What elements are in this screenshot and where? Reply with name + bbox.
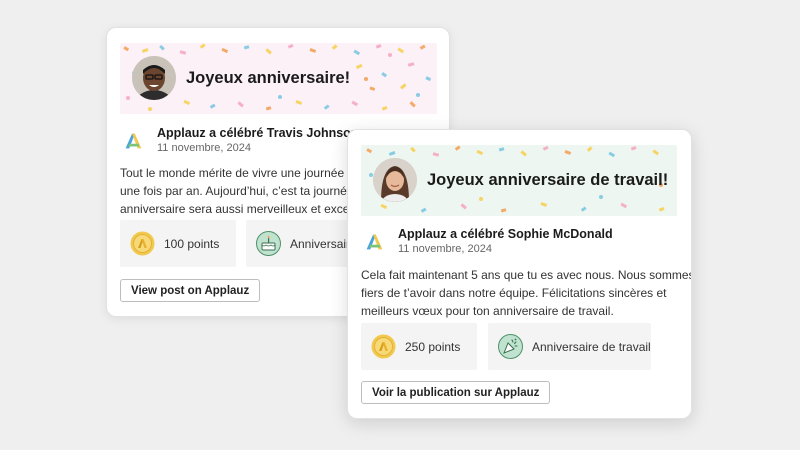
post-author-name: Applauz a célébré Sophie McDonald	[398, 227, 613, 241]
coin-icon	[371, 334, 396, 359]
badge-award: Anniversaire de travail	[488, 323, 651, 370]
banner-title: Joyeux anniversaire!	[186, 69, 351, 87]
party-popper-icon	[498, 334, 523, 359]
applauz-logo-icon	[361, 229, 387, 255]
applauz-logo-icon	[120, 128, 146, 154]
post-date: 11 novembre, 2024	[157, 142, 251, 154]
work-anniversary-banner: Joyeux anniversaire de travail!	[361, 145, 677, 216]
points-label: 250 points	[405, 339, 461, 354]
badge-label: Anniversaire de travail	[532, 339, 651, 354]
view-post-button[interactable]: View post on Applauz	[120, 279, 261, 302]
post-author-name: Applauz a célébré Travis Johnson	[157, 126, 359, 140]
banner-title: Joyeux anniversaire de travail!	[427, 171, 669, 189]
post-author: Applauz a célébré Travis Johnson 11 nove…	[120, 125, 358, 156]
post-date: 11 novembre, 2024	[398, 243, 492, 255]
post-message: Cela fait maintenant 5 ans que tu es ave…	[361, 268, 692, 318]
points-award: 100 points	[120, 220, 236, 267]
work-anniversary-post-card: Joyeux anniversaire de travail! Applauz …	[347, 129, 692, 419]
avatar	[132, 56, 176, 100]
points-label: 100 points	[164, 236, 220, 251]
birthday-banner: Joyeux anniversaire!	[120, 43, 437, 114]
points-award: 250 points	[361, 323, 477, 370]
coin-icon	[130, 231, 155, 256]
view-post-button[interactable]: Voir la publication sur Applauz	[361, 381, 551, 404]
avatar	[373, 158, 417, 202]
post-author: Applauz a célébré Sophie McDonald 11 nov…	[361, 226, 613, 257]
birthday-cake-icon	[256, 231, 281, 256]
